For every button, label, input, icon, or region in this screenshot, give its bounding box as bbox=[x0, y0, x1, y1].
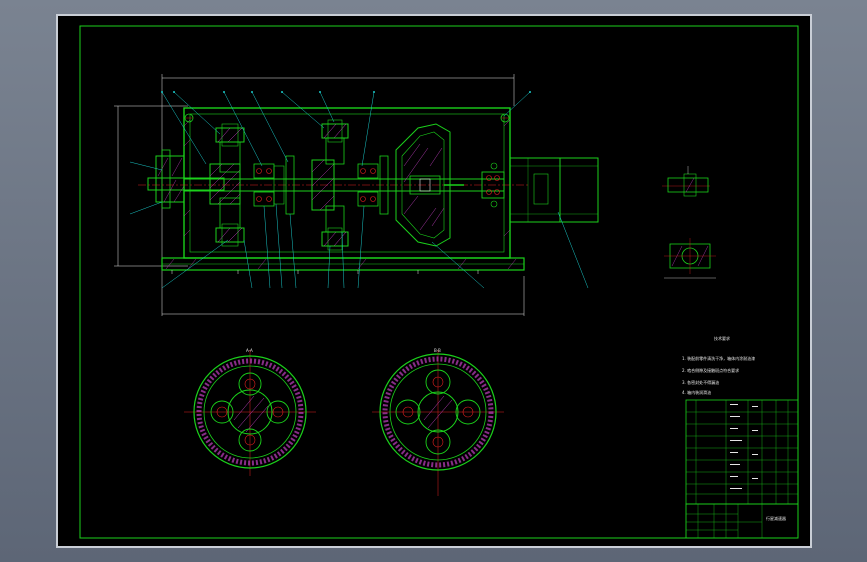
drawing-sheet[interactable]: A-A B-B 技术要求 1. 装配前零件清洗干净，箱体内涂耐油漆 2. 啮合侧… bbox=[56, 14, 812, 548]
section-view-a: A-A bbox=[184, 348, 316, 476]
main-assembly-view bbox=[114, 74, 599, 316]
drawing-frame bbox=[79, 25, 799, 539]
section-label-a: A-A bbox=[246, 348, 253, 353]
tech-req-line-4: 4. 箱内装润滑油 bbox=[682, 389, 711, 395]
detail-view-coupling bbox=[664, 238, 716, 279]
detail-view-shaft bbox=[662, 166, 710, 197]
tech-req-line-3: 3. 各密封处不得漏油 bbox=[682, 379, 719, 385]
section-view-b: B-B bbox=[372, 348, 504, 496]
assembly-drawing: A-A B-B 技术要求 1. 装配前零件清洗干净，箱体内涂耐油漆 2. 啮合侧… bbox=[79, 25, 799, 539]
title-block: 行星减速器 bbox=[685, 503, 799, 539]
parts-list bbox=[685, 399, 799, 505]
section-label-b: B-B bbox=[434, 348, 441, 353]
tech-req-line-2: 2. 啮合侧隙及接触斑点符合要求 bbox=[682, 367, 739, 373]
tech-req-title: 技术要求 bbox=[714, 335, 730, 341]
cad-viewport[interactable]: A-A B-B 技术要求 1. 装配前零件清洗干净，箱体内涂耐油漆 2. 啮合侧… bbox=[0, 0, 867, 562]
title-block-name: 行星减速器 bbox=[766, 515, 786, 521]
tech-req-line-1: 1. 装配前零件清洗干净，箱体内涂耐油漆 bbox=[682, 355, 755, 361]
technical-requirements: 技术要求 1. 装配前零件清洗干净，箱体内涂耐油漆 2. 啮合侧隙及接触斑点符合… bbox=[682, 335, 755, 395]
